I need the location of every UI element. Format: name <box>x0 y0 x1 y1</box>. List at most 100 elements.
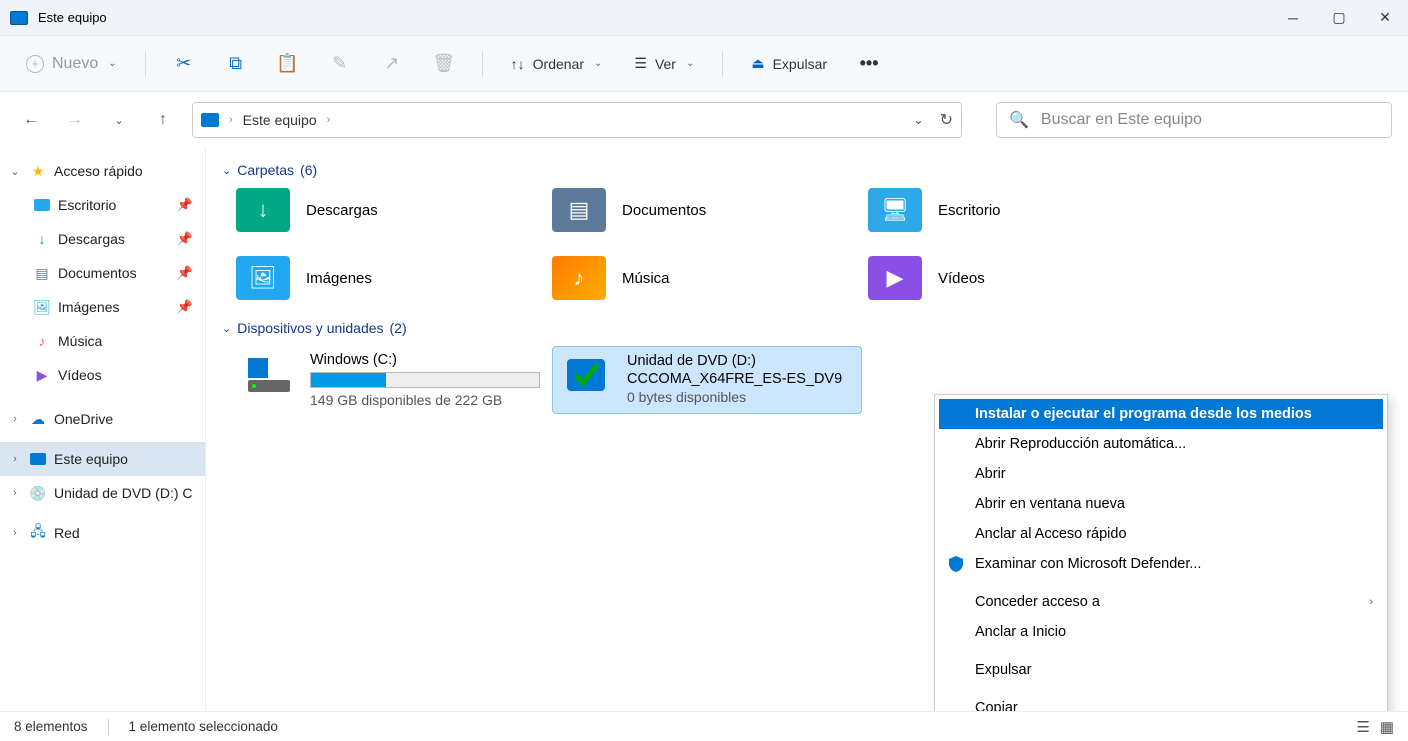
address-bar[interactable]: › Este equipo › ⌄ ↻ <box>192 102 962 138</box>
ctx-open[interactable]: Abrir <box>939 459 1383 489</box>
chevron-down-icon: ⌄ <box>222 164 231 177</box>
sidebar-quick-access[interactable]: ⌄ ★ Acceso rápido <box>0 154 205 188</box>
status-count: 8 elementos <box>14 719 88 734</box>
ctx-pin-quick[interactable]: Anclar al Acceso rápido <box>939 519 1383 549</box>
drive-c[interactable]: Windows (C:) 149 GB disponibles de 222 G… <box>236 346 546 414</box>
sidebar-this-pc[interactable]: › Este equipo <box>0 442 205 476</box>
folder-label: Música <box>622 270 670 287</box>
ctx-eject[interactable]: Expulsar <box>939 655 1383 685</box>
sidebar-item-documents[interactable]: ▤ Documentos 📌 <box>0 256 205 290</box>
maximize-button[interactable]: ▢ <box>1316 0 1362 36</box>
refresh-button[interactable]: ↻ <box>940 110 953 130</box>
drive-subname: CCCOMA_X64FRE_ES-ES_DV9 <box>627 371 842 387</box>
new-button[interactable]: + Nuevo ⌄ <box>16 49 127 79</box>
chevron-right-icon[interactable]: › <box>8 413 22 425</box>
divider <box>482 51 483 77</box>
ctx-label: Anclar a Inicio <box>975 624 1066 640</box>
content-area: ⌄ Carpetas (6) ↓ Descargas ▤ Documentos … <box>206 148 1408 711</box>
chevron-right-icon[interactable]: › <box>8 527 22 539</box>
sidebar-dvd[interactable]: › 💿 Unidad de DVD (D:) C <box>0 476 205 510</box>
cut-button[interactable]: ✂ <box>164 44 204 84</box>
tiles-view-button[interactable]: ▦ <box>1380 718 1394 736</box>
eject-button[interactable]: ⏏ Expulsar <box>741 49 837 78</box>
sidebar: ⌄ ★ Acceso rápido Escritorio 📌 ↓ Descarg… <box>0 148 206 711</box>
minimize-button[interactable]: ─ <box>1270 0 1316 36</box>
sidebar-item-pictures[interactable]: 🖼 Imágenes 📌 <box>0 290 205 324</box>
delete-button[interactable]: 🗑 <box>424 44 464 84</box>
view-button[interactable]: ☰ Ver ⌄ <box>624 49 704 78</box>
folder-videos[interactable]: ▶ Vídeos <box>868 256 1178 300</box>
eject-label: Expulsar <box>773 56 827 72</box>
view-label: Ver <box>655 56 676 72</box>
paste-button[interactable]: 📋 <box>268 44 308 84</box>
copy-button[interactable]: ⧉ <box>216 44 256 84</box>
folder-pictures[interactable]: 🖼 Imágenes <box>236 256 546 300</box>
sidebar-item-label: Vídeos <box>58 367 102 383</box>
music-icon: ♪ <box>32 331 52 351</box>
ctx-label: Anclar al Acceso rápido <box>975 526 1127 542</box>
group-header-drives[interactable]: ⌄ Dispositivos y unidades (2) <box>222 320 1392 336</box>
folder-icon: 🖥 <box>868 188 922 232</box>
sidebar-onedrive[interactable]: › ☁ OneDrive <box>0 402 205 436</box>
back-button[interactable]: ← <box>16 105 46 135</box>
pin-icon: 📌 <box>177 197 193 213</box>
ctx-open-new-window[interactable]: Abrir en ventana nueva <box>939 489 1383 519</box>
share-button[interactable]: ↗ <box>372 44 412 84</box>
details-view-button[interactable]: ☰ <box>1356 718 1369 736</box>
chevron-down-icon: ⌄ <box>594 58 602 69</box>
sidebar-network[interactable]: › 🖧 Red <box>0 516 205 550</box>
folder-desktop[interactable]: 🖥 Escritorio <box>868 188 1178 232</box>
disc-icon: 💿 <box>28 483 48 503</box>
ctx-grant-access[interactable]: Conceder acceso a› <box>939 587 1383 617</box>
ctx-label: Copiar <box>975 700 1018 711</box>
group-count: (2) <box>390 320 407 336</box>
pin-icon: 📌 <box>177 231 193 247</box>
ctx-install-run[interactable]: Instalar o ejecutar el programa desde lo… <box>939 399 1383 429</box>
monitor-icon <box>28 449 48 469</box>
rename-button[interactable]: ✎ <box>320 44 360 84</box>
download-icon: ↓ <box>32 229 52 249</box>
storage-bar <box>310 372 540 388</box>
view-icon: ☰ <box>634 55 647 72</box>
ctx-label: Instalar o ejecutar el programa desde lo… <box>975 406 1312 422</box>
shield-icon <box>947 555 965 573</box>
divider <box>108 719 109 735</box>
context-menu: Instalar o ejecutar el programa desde lo… <box>934 394 1388 711</box>
ctx-defender[interactable]: Examinar con Microsoft Defender... <box>939 549 1383 579</box>
up-button[interactable]: ↑ <box>148 105 178 135</box>
sidebar-item-videos[interactable]: ▶ Vídeos <box>0 358 205 392</box>
close-button[interactable]: ✕ <box>1362 0 1408 36</box>
folder-label: Imágenes <box>306 270 372 287</box>
quick-access-label: Acceso rápido <box>54 163 143 179</box>
more-button[interactable]: ••• <box>849 44 889 84</box>
chevron-down-icon[interactable]: ⌄ <box>8 165 22 178</box>
sidebar-item-desktop[interactable]: Escritorio 📌 <box>0 188 205 222</box>
ctx-autoplay[interactable]: Abrir Reproducción automática... <box>939 429 1383 459</box>
group-count: (6) <box>300 162 317 178</box>
folder-downloads[interactable]: ↓ Descargas <box>236 188 546 232</box>
chevron-right-icon[interactable]: › <box>8 487 22 499</box>
ctx-pin-start[interactable]: Anclar a Inicio <box>939 617 1383 647</box>
group-header-folders[interactable]: ⌄ Carpetas (6) <box>222 162 1392 178</box>
sidebar-item-downloads[interactable]: ↓ Descargas 📌 <box>0 222 205 256</box>
ctx-copy[interactable]: Copiar <box>939 693 1383 711</box>
breadcrumb[interactable]: Este equipo <box>243 112 317 128</box>
app-icon <box>10 11 28 25</box>
drive-name: Unidad de DVD (D:) <box>627 353 842 369</box>
title-bar: Este equipo ─ ▢ ✕ <box>0 0 1408 36</box>
folder-music[interactable]: ♪ Música <box>552 256 862 300</box>
chevron-down-icon: ⌄ <box>222 322 231 335</box>
sidebar-item-music[interactable]: ♪ Música <box>0 324 205 358</box>
sort-button[interactable]: ↑↓ Ordenar ⌄ <box>501 50 613 78</box>
search-input[interactable]: 🔍 Buscar en Este equipo <box>996 102 1392 138</box>
ctx-label: Conceder acceso a <box>975 594 1100 610</box>
drive-dvd[interactable]: Unidad de DVD (D:) CCCOMA_X64FRE_ES-ES_D… <box>552 346 862 414</box>
document-icon: ▤ <box>32 263 52 283</box>
forward-button[interactable]: → <box>60 105 90 135</box>
history-button[interactable]: ⌄ <box>104 105 134 135</box>
sidebar-item-label: Música <box>58 333 102 349</box>
chevron-right-icon[interactable]: › <box>8 453 22 465</box>
folder-documents[interactable]: ▤ Documentos <box>552 188 862 232</box>
sort-label: Ordenar <box>533 56 584 72</box>
chevron-down-icon[interactable]: ⌄ <box>914 113 924 127</box>
